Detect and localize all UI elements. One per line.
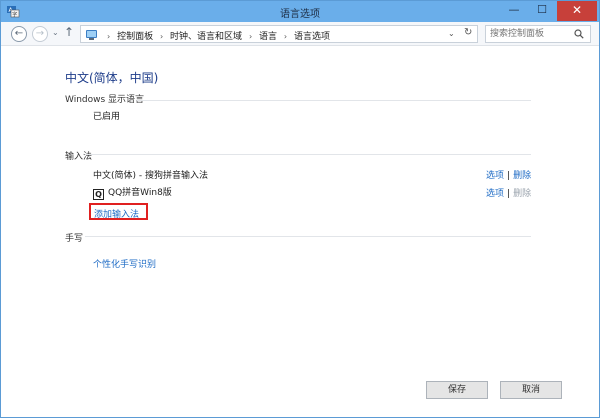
page-title: 中文(简体，中国) <box>65 71 159 85</box>
minimize-button[interactable]: — <box>500 1 528 21</box>
cancel-button[interactable]: 取消 <box>500 381 562 399</box>
ime-options-link[interactable]: 选项 <box>486 189 504 199</box>
breadcrumb-control-panel[interactable]: 控制面板 <box>117 32 153 42</box>
section-divider <box>137 100 531 101</box>
handwriting-heading: 手写 <box>65 234 84 244</box>
breadcrumb-separator: › <box>107 32 111 41</box>
breadcrumb-language-options[interactable]: 语言选项 <box>294 32 330 42</box>
maximize-button[interactable]: ☐ <box>528 1 556 21</box>
ime-actions-qq: 选项 | 删除 <box>486 186 531 199</box>
ime-actions-sogou: 选项 | 删除 <box>486 168 531 181</box>
address-dropdown-icon[interactable]: ⌄ <box>448 29 455 38</box>
separator: | <box>507 171 511 181</box>
close-button[interactable]: ✕ <box>557 1 597 21</box>
section-divider <box>85 236 531 237</box>
search-icon[interactable] <box>574 29 584 39</box>
ime-options-link[interactable]: 选项 <box>486 171 504 181</box>
ime-delete-link: 删除 <box>513 189 532 199</box>
control-panel-icon <box>86 30 97 40</box>
forward-button[interactable]: → <box>32 26 48 42</box>
breadcrumb-language[interactable]: 语言 <box>259 32 277 42</box>
qq-pinyin-icon: Q <box>93 189 104 200</box>
display-language-status: 已启用 <box>93 112 121 122</box>
breadcrumb-separator[interactable]: › <box>284 32 287 41</box>
ime-name: 中文(简体) - 搜狗拼音输入法 <box>93 171 208 181</box>
add-input-method-link[interactable]: 添加输入法 <box>89 203 148 220</box>
windows-display-language-heading: Windows 显示语言 <box>65 95 145 105</box>
address-bar[interactable]: › 控制面板 › 时钟、语言和区域 › 语言 › 语言选项 ⌄ ↻ <box>80 25 478 43</box>
refresh-icon[interactable]: ↻ <box>464 27 472 38</box>
ime-item-qq: Q QQ拼音Win8版 <box>93 185 172 200</box>
input-method-heading: 输入法 <box>65 152 93 162</box>
recent-locations-icon[interactable]: ⌄ <box>52 28 59 37</box>
ime-item-sogou: 中文(简体) - 搜狗拼音输入法 <box>93 168 208 181</box>
main-content: 中文(简体，中国) Windows 显示语言 已启用 输入法 中文(简体) - … <box>1 47 599 417</box>
separator: | <box>507 189 511 199</box>
breadcrumb: › 控制面板 › 时钟、语言和区域 › 语言 › 语言选项 <box>103 29 330 42</box>
save-button[interactable]: 保存 <box>426 381 488 399</box>
search-input[interactable] <box>490 28 574 40</box>
breadcrumb-clock-language-region[interactable]: 时钟、语言和区域 <box>170 32 242 42</box>
breadcrumb-separator[interactable]: › <box>249 32 252 41</box>
language-options-window: A 字 语言选项 — ☐ ✕ ← → ⌄ ↑ › 控制面板 › 时钟、语言和区域… <box>0 0 600 418</box>
personalize-handwriting-link[interactable]: 个性化手写识别 <box>93 257 156 270</box>
search-box[interactable] <box>485 25 591 43</box>
ime-delete-link[interactable]: 删除 <box>513 171 531 181</box>
up-button[interactable]: ↑ <box>64 25 74 39</box>
ime-name: QQ拼音Win8版 <box>108 188 172 198</box>
breadcrumb-separator[interactable]: › <box>160 32 163 41</box>
back-button[interactable]: ← <box>11 26 27 42</box>
navigation-toolbar: ← → ⌄ ↑ › 控制面板 › 时钟、语言和区域 › 语言 › 语言选项 ⌄ … <box>1 22 599 46</box>
title-bar[interactable]: A 字 语言选项 — ☐ ✕ <box>1 1 599 22</box>
section-divider <box>85 154 531 155</box>
